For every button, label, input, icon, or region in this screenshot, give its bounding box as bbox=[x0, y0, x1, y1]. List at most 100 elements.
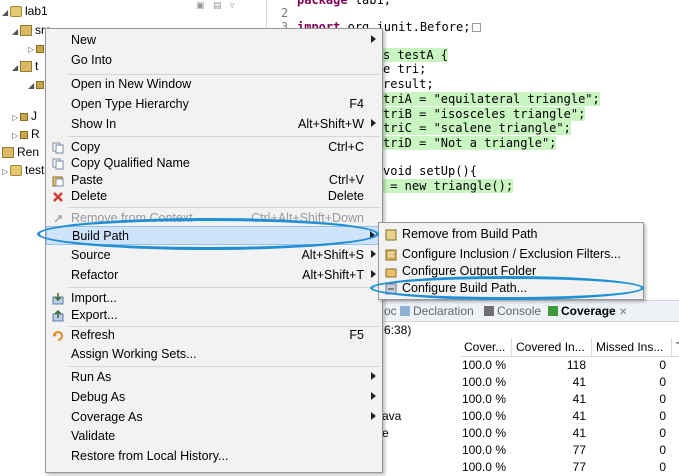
table-cell: 0 bbox=[659, 358, 666, 372]
menu-item-refresh[interactable]: Refresh F5 bbox=[46, 326, 382, 345]
menu-item-refactor[interactable]: Refactor Alt+Shift+T bbox=[46, 266, 382, 285]
submenu-arrow-icon bbox=[371, 392, 376, 400]
table-cell: 0 bbox=[659, 426, 666, 440]
tab-console[interactable]: Console bbox=[484, 304, 541, 318]
remove-build-path-icon bbox=[385, 229, 397, 241]
table-cell: 0 bbox=[659, 392, 666, 406]
menu-item-show-in[interactable]: Show In Alt+Shift+W bbox=[46, 115, 382, 134]
chevron-right-icon[interactable]: ▷ bbox=[12, 110, 20, 126]
menu-separator bbox=[68, 287, 380, 288]
column-header[interactable]: Covered In... bbox=[512, 338, 592, 357]
build-path-icon bbox=[385, 283, 397, 295]
tree-item-t[interactable]: ◢ t bbox=[12, 58, 38, 74]
menu-item-run-as[interactable]: Run As bbox=[46, 368, 382, 387]
code-line: result; bbox=[383, 77, 434, 91]
delete-icon bbox=[53, 192, 63, 202]
table-cell: 100.0 % bbox=[461, 443, 506, 457]
code-line: triD = "Not a triangle"; bbox=[383, 136, 557, 150]
package-icon bbox=[36, 80, 44, 89]
package-icon bbox=[36, 44, 44, 53]
view-toolbar-icons[interactable]: ▣ ▤ ▿ bbox=[196, 0, 238, 11]
project-icon bbox=[10, 165, 22, 177]
chevron-down-icon[interactable]: ◢ bbox=[12, 60, 20, 76]
table-cell: 100.0 % bbox=[461, 409, 506, 423]
menu-item-coverage-as[interactable]: Coverage As bbox=[46, 408, 382, 427]
submenu-arrow-icon bbox=[370, 231, 375, 239]
library-icon bbox=[20, 112, 28, 121]
menu-item-go-into[interactable]: Go Into bbox=[46, 51, 382, 70]
table-cell: 100.0 % bbox=[461, 392, 506, 406]
menu-separator bbox=[68, 136, 380, 137]
filter-icon bbox=[385, 249, 397, 261]
chevron-right-icon[interactable]: ▷ bbox=[28, 42, 36, 58]
build-path-submenu: Remove from Build Path Configure Inclusi… bbox=[378, 222, 644, 300]
table-cell: 77 bbox=[572, 443, 586, 457]
coverage-table: Cover... Covered In... Missed Ins... T 1… bbox=[382, 338, 679, 474]
table-cell: 41 bbox=[572, 392, 586, 406]
close-icon[interactable]: ✕ bbox=[619, 307, 627, 318]
chevron-down-icon[interactable]: ◢ bbox=[12, 24, 20, 40]
tree-item-j[interactable]: ▷ J bbox=[12, 108, 37, 124]
column-header[interactable]: Missed Ins... bbox=[592, 338, 672, 357]
table-cell: 100.0 % bbox=[461, 426, 506, 440]
menu-item-build-path[interactable]: Build Path bbox=[46, 226, 382, 245]
menu-item-open-new-window[interactable]: Open in New Window bbox=[46, 75, 382, 94]
copy-icon bbox=[52, 158, 64, 170]
table-row-label: ava bbox=[382, 409, 402, 423]
menu-item-new[interactable]: New bbox=[46, 31, 382, 50]
menu-item-delete[interactable]: Delete Delete bbox=[46, 187, 382, 206]
tree-item-r[interactable]: ▷ R bbox=[12, 126, 40, 142]
submenu-arrow-icon bbox=[371, 35, 376, 43]
column-header[interactable]: Cover... bbox=[460, 338, 512, 357]
menu-separator bbox=[68, 207, 380, 208]
chevron-right-icon[interactable]: ▷ bbox=[12, 128, 20, 144]
table-cell: 0 bbox=[659, 443, 666, 457]
chevron-down-icon[interactable]: ◢ bbox=[2, 5, 10, 21]
menu-item-remove-from-build-path[interactable]: Remove from Build Path bbox=[379, 225, 643, 244]
project-icon bbox=[10, 6, 22, 18]
table-cell: 118 bbox=[566, 358, 586, 372]
submenu-arrow-icon bbox=[371, 270, 376, 278]
table-cell: 41 bbox=[572, 426, 586, 440]
menu-item-configure-build-path[interactable]: Configure Build Path... bbox=[379, 279, 643, 298]
menu-item-assign-working-sets[interactable]: Assign Working Sets... bbox=[46, 345, 382, 364]
table-cell: 41 bbox=[572, 409, 586, 423]
table-cell: 0 bbox=[659, 460, 666, 474]
tree-item-test[interactable]: ▷ test bbox=[2, 162, 44, 178]
table-cell: 0 bbox=[659, 409, 666, 423]
copy-icon bbox=[52, 142, 64, 154]
line-number: 2 bbox=[281, 6, 289, 20]
coverage-session-label: 6:38) bbox=[384, 323, 412, 337]
tab-coverage[interactable]: Coverage ✕ bbox=[548, 304, 627, 318]
refresh-icon bbox=[53, 331, 63, 341]
tree-item-ren[interactable]: Ren bbox=[2, 144, 39, 160]
table-cell: 100.0 % bbox=[461, 375, 506, 389]
column-header[interactable]: T bbox=[672, 338, 679, 357]
menu-separator bbox=[68, 366, 380, 367]
submenu-arrow-icon bbox=[371, 250, 376, 258]
menu-item-validate[interactable]: Validate bbox=[46, 427, 382, 446]
submenu-arrow-icon bbox=[371, 412, 376, 420]
submenu-arrow-icon bbox=[371, 372, 376, 380]
table-row-label: e bbox=[382, 426, 389, 440]
coverage-icon bbox=[548, 306, 558, 316]
menu-item-export[interactable]: Export... bbox=[46, 306, 382, 325]
chevron-down-icon[interactable]: ◢ bbox=[28, 78, 36, 94]
source-folder-icon bbox=[20, 25, 32, 37]
menu-item-debug-as[interactable]: Debug As bbox=[46, 388, 382, 407]
code-line: triB = "isosceles triangle"; bbox=[383, 107, 586, 121]
code-line: = new triangle(); bbox=[383, 179, 514, 193]
source-folder-icon bbox=[20, 61, 32, 73]
menu-item-restore-local-history[interactable]: Restore from Local History... bbox=[46, 447, 382, 466]
code-line: e tri; bbox=[383, 62, 427, 76]
declaration-icon bbox=[400, 306, 410, 316]
tree-item-lab1[interactable]: ◢ lab1 bbox=[2, 3, 48, 19]
chevron-right-icon[interactable]: ▷ bbox=[2, 164, 10, 180]
output-folder-icon bbox=[385, 268, 397, 278]
tab-declaration[interactable]: Declaration bbox=[400, 304, 474, 318]
fold-icon[interactable] bbox=[472, 23, 482, 32]
folder-icon bbox=[2, 147, 14, 159]
tab-javadoc[interactable]: oc bbox=[384, 304, 397, 318]
menu-item-open-type-hierarchy[interactable]: Open Type Hierarchy F4 bbox=[46, 95, 382, 114]
menu-item-source[interactable]: Source Alt+Shift+S bbox=[46, 246, 382, 265]
